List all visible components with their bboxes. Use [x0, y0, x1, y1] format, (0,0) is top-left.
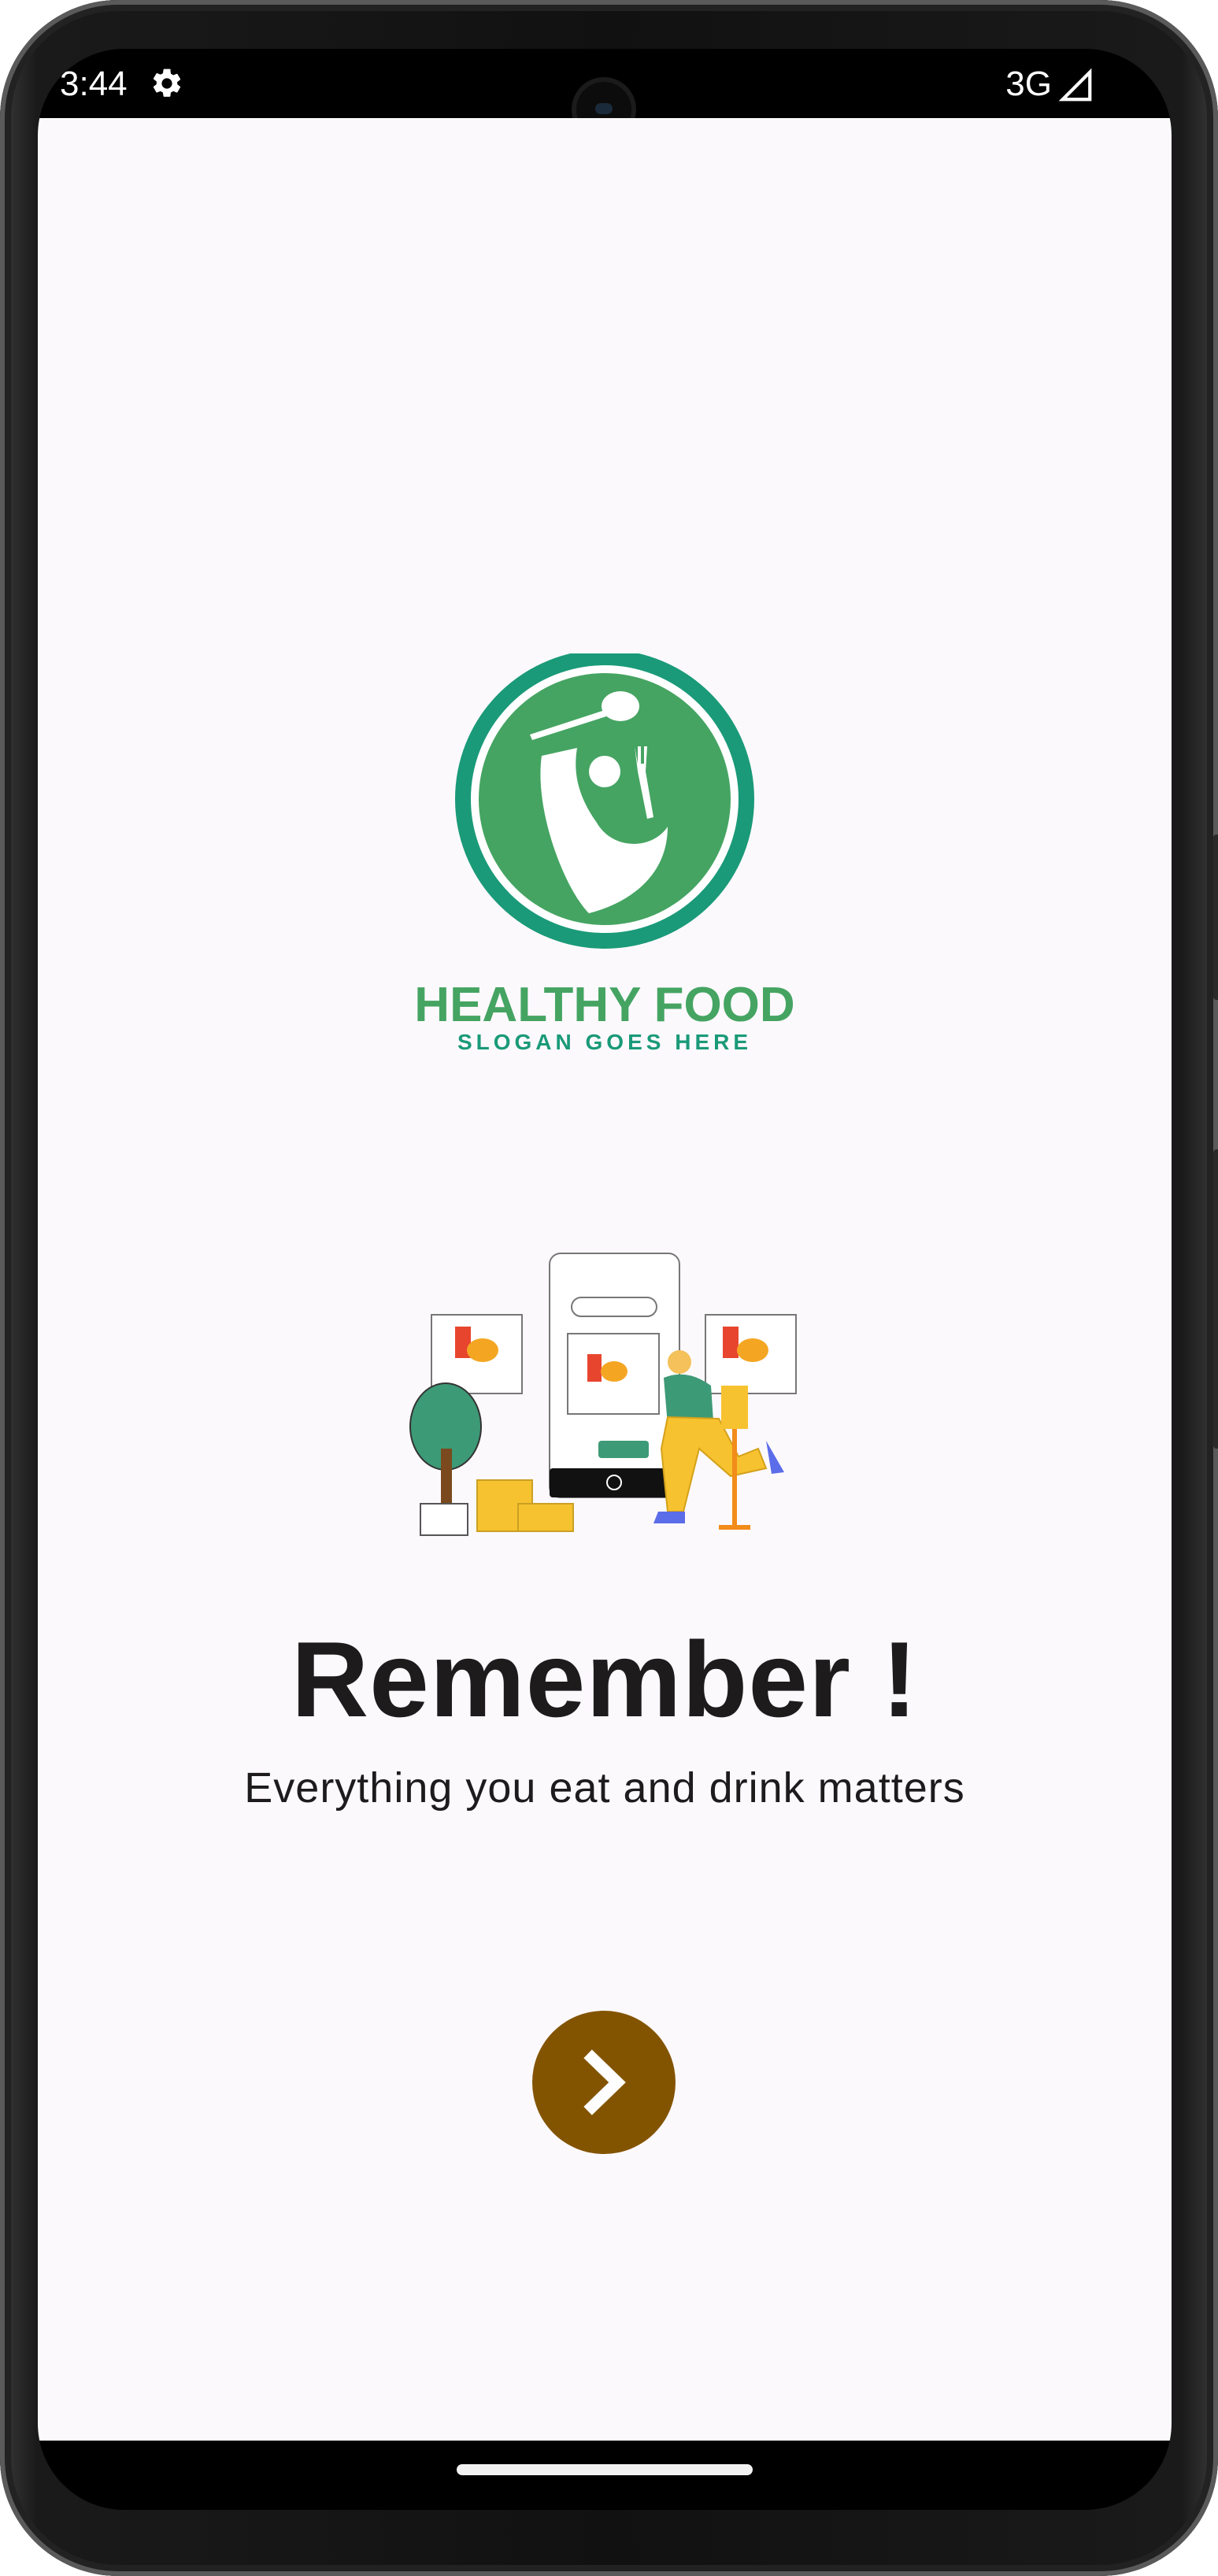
home-indicator[interactable] — [457, 2464, 753, 2475]
navigation-bar — [38, 2441, 1172, 2510]
volume-button — [1213, 835, 1218, 1000]
gear-icon — [153, 68, 181, 97]
healthy-food-logo: HEALTHY FOOD SLOGAN GOES HERE — [384, 650, 825, 1126]
power-button — [1213, 1149, 1218, 1449]
brand-name: HEALTHY FOOD — [414, 978, 794, 1032]
brand-slogan: SLOGAN GOES HERE — [457, 1030, 752, 1054]
food-ordering-illustration — [408, 1252, 825, 1543]
onboarding-subtitle: Everything you eat and drink matters — [244, 1764, 965, 1812]
status-time: 3:44 — [60, 65, 128, 103]
next-button[interactable] — [532, 2011, 676, 2154]
logo-emblem-icon: HEALTHY FOOD SLOGAN GOES HERE — [414, 650, 795, 1054]
onboarding-title: Remember ! — [291, 1619, 919, 1739]
chevron-right-icon — [583, 2049, 626, 2115]
onboarding-screen: HEALTHY FOOD SLOGAN GOES HERE Remember !… — [38, 118, 1172, 2441]
phone-frame: 3:44 3G HEALTHY FOOD SLOGAN GOES HERE Re… — [0, 0, 1218, 2576]
signal-icon — [1058, 68, 1092, 102]
phone-screen: 3:44 3G HEALTHY FOOD SLOGAN GOES HERE Re… — [38, 49, 1172, 2510]
network-type-label: 3G — [1005, 65, 1052, 103]
